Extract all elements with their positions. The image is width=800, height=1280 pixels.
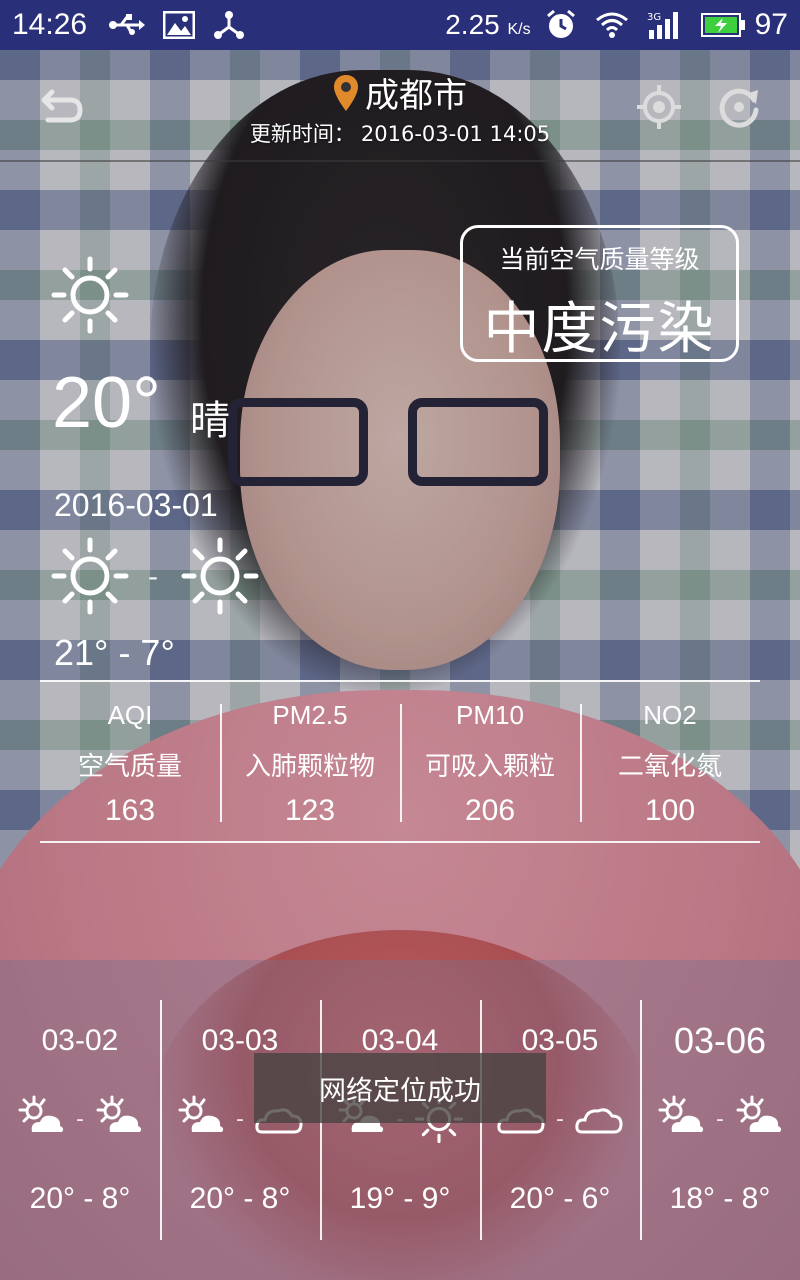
city-name[interactable]: 成都市 [365,68,467,117]
partly-sunny-icon [658,1095,704,1132]
forecast-range: 20° - 8° [29,1182,131,1215]
no2-name: 二氧化氮 [617,752,722,782]
forecast-range: 20° - 8° [189,1182,291,1215]
svg-text:3G: 3G [647,12,661,23]
status-time: 14:26 [12,8,88,41]
no2-value: 100 [644,794,696,827]
aqi-value: 163 [104,794,156,827]
toast-message: 网络定位成功 [254,1053,546,1123]
forecast-range: 18° - 8° [669,1182,771,1215]
pm10-name: 可吸入颗粒 [424,752,555,782]
update-time: 2016-03-01 14:05 [360,122,551,146]
usb-icon [109,14,146,36]
share-icon [213,10,245,40]
aqi-column: AQI 空气质量 163 [40,682,220,841]
locate-button[interactable] [634,82,684,132]
forecast-range: 19° - 9° [349,1182,451,1215]
no2-column: NO2 二氧化氮 100 [580,682,760,841]
cloud-icon [575,1108,623,1134]
network-speed: 2.25 K/s [445,9,530,41]
pm25-value: 123 [284,794,336,827]
pm10-code: PM10 [456,700,524,730]
alarm-icon [545,9,577,41]
forecast-day[interactable]: 03-06 - 18° - 8° [640,960,800,1280]
partly-sunny-icon [96,1095,142,1132]
today-date: 2016-03-01 [54,487,218,523]
air-quality-title: 当前空气质量等级 [499,245,700,274]
today-dash: - [148,560,159,593]
forecast-dash: - [556,1106,564,1132]
sun-icon [51,537,129,615]
pm25-code: PM2.5 [272,700,348,730]
pm25-column: PM2.5 入肺颗粒物 123 [220,682,400,841]
top-header: 成都市 更新时间： 2016-03-01 14:05 [0,50,800,162]
pm25-name: 入肺颗粒物 [244,752,375,782]
location-pin-icon [334,74,358,111]
air-quality-level: 中度污染 [483,297,716,362]
aqi-code: AQI [107,700,153,730]
pm10-column: PM10 可吸入颗粒 206 [400,682,580,841]
current-temperature: 20° [52,363,161,443]
partly-sunny-icon [18,1095,64,1132]
status-right-group: 2.25 K/s 3G 97 [445,8,788,42]
forecast-date: 03-06 [673,1020,767,1061]
forecast-date: 03-02 [41,1024,119,1057]
image-icon [163,11,196,39]
partly-sunny-icon [736,1095,782,1132]
sun-icon [51,256,129,334]
network-speed-value: 2.25 [445,9,500,40]
forecast-icons: - [640,1094,800,1144]
wifi-icon [595,11,629,39]
sun-icon [181,537,259,615]
battery-icon [700,13,745,37]
forecast-day[interactable]: 03-02 - 20° - 8° [0,960,160,1280]
forecast-dash: - [236,1106,244,1132]
network-speed-unit: K/s [507,21,531,38]
aqi-name: 空气质量 [77,752,182,782]
air-quality-card: 当前空气质量等级 中度污染 [460,225,739,362]
pm10-value: 206 [464,794,516,827]
locate-icon [637,85,681,129]
no2-code: NO2 [643,700,697,730]
partly-sunny-icon [178,1095,224,1132]
refresh-button[interactable] [714,82,764,132]
aqi-table: AQI 空气质量 163 PM2.5 入肺颗粒物 123 PM10 可吸入颗粒 … [40,680,760,843]
current-condition: 晴 [190,398,230,444]
today-temperature-range: 21° - 7° [54,632,175,673]
forecast-dash: - [76,1106,84,1132]
forecast-icons: - [0,1094,160,1144]
forecast-dash: - [716,1106,724,1132]
status-bar: 14:26 2.25 K/s 3G 97 [0,0,800,50]
forecast-range: 20° - 6° [509,1182,611,1215]
update-label: 更新时间： [249,122,355,146]
signal-3g-icon: 3G [647,10,683,40]
refresh-icon [719,88,759,128]
battery-percent: 97 [754,8,788,41]
